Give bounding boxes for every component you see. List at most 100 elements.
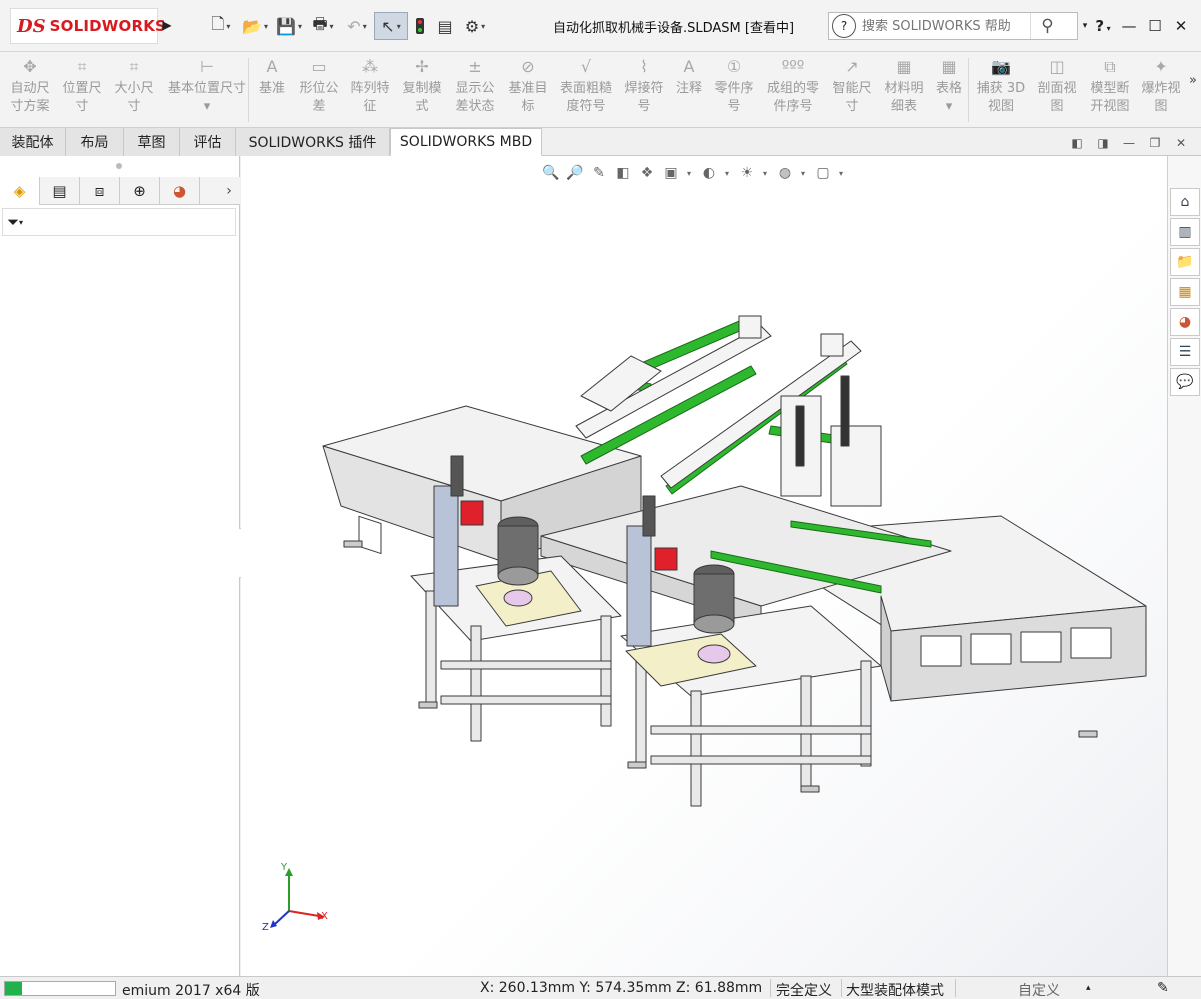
tab-layout[interactable]: 布局 [66, 128, 124, 156]
ribbon-label: 自动尺 [10, 81, 50, 96]
close-button[interactable]: ✕ [1168, 17, 1194, 35]
new-document-button[interactable]: 🗋 ▾ [204, 12, 238, 40]
solidworks-logo[interactable]: DS SOLIDWORKS [10, 8, 166, 44]
rebuild-status-icon[interactable]: ✎ [1157, 980, 1169, 996]
balloon-icon: ① [726, 57, 742, 76]
help-search-input[interactable] [862, 18, 1030, 34]
search-dropdown-icon[interactable]: ▾ [1080, 21, 1090, 31]
undo-icon: ↶ [347, 16, 361, 36]
select-button[interactable]: ↖ ▾ [374, 12, 408, 40]
task-pane-custom-properties-button[interactable]: ☰ [1170, 338, 1200, 366]
home-icon: ⌂ [1180, 194, 1190, 210]
undo-button[interactable]: ↶ ▾ [340, 12, 374, 40]
ribbon-exploded-view-button[interactable]: ✦ 爆炸视图 [1138, 56, 1184, 124]
ribbon-label: 爆炸视 [1141, 81, 1181, 96]
document-window-controls: ◧ ◨ — ❐ ✕ [1064, 134, 1194, 152]
ribbon-label: 基本位置尺寸 [167, 81, 246, 96]
ribbon-location-dimension-button[interactable]: ⌗ 位置尺寸 [58, 56, 106, 124]
window-controls: ▾ ? ▾ — ☐ ✕ [1080, 12, 1194, 40]
ribbon-label: 剖面视 [1037, 81, 1077, 96]
ribbon-pattern-feature-button[interactable]: ⁂ 阵列特征 [346, 56, 394, 124]
help-question-icon[interactable]: ? [832, 14, 856, 38]
ribbon-note-button[interactable]: A 注释 [672, 56, 706, 124]
ribbon-label-line2: 图 [1154, 99, 1168, 114]
ribbon-section-view-button[interactable]: ◫ 剖面视图 [1034, 56, 1080, 124]
open-document-button[interactable]: 📂 ▾ [238, 12, 272, 40]
progress-fill [5, 982, 22, 995]
ribbon-label-line2: 征 [363, 99, 377, 114]
prev-doc-icon[interactable]: ◧ [1064, 136, 1090, 150]
ribbon-datum-target-button[interactable]: ⊘ 基准目标 [504, 56, 552, 124]
ribbon-auto-balloon-button[interactable]: ººº 成组的零 件序号 [762, 56, 824, 124]
ribbon-model-break-view-button[interactable]: ⧉ 模型断 开视图 [1086, 56, 1134, 124]
featuremanager-tab[interactable]: ◈ [0, 177, 40, 205]
ribbon-surface-finish-button[interactable]: √ 表面粗糙 度符号 [556, 56, 616, 124]
exploded-view-icon: ✦ [1154, 57, 1168, 76]
help-menu-button[interactable]: ? ▾ [1090, 17, 1116, 35]
task-pane-file-explorer-button[interactable]: 📁 [1170, 248, 1200, 276]
tab-sketch[interactable]: 草图 [124, 128, 180, 156]
rebuild-button[interactable] [408, 12, 432, 40]
unit-system-dropdown-icon[interactable]: ▴ [1086, 983, 1091, 993]
large-assembly-mode-status: 大型装配体模式 [846, 983, 944, 999]
file-properties-icon: ▤ [437, 16, 453, 36]
doc-minimize-button[interactable]: — [1116, 136, 1142, 150]
view-palette-icon: ▦ [1178, 284, 1192, 300]
task-pane-design-library-button[interactable]: ▥ [1170, 218, 1200, 246]
doc-restore-button[interactable]: ❐ [1142, 136, 1168, 150]
ribbon-tables-button[interactable]: ▦ 表格 ▾ [932, 56, 966, 124]
dimxpertmanager-tab[interactable]: ⊕ [120, 177, 160, 205]
ribbon-capture-3d-view-button[interactable]: 📷 捕获 3D 视图 [974, 56, 1028, 124]
task-pane-view-palette-button[interactable]: ▦ [1170, 278, 1200, 306]
minimize-button[interactable]: — [1116, 17, 1142, 35]
ribbon-label-line2: 开视图 [1090, 99, 1130, 114]
maximize-button[interactable]: ☐ [1142, 17, 1168, 35]
assembly-model[interactable] [241, 156, 1167, 976]
displaymanager-icon: ◕ [172, 182, 187, 200]
ribbon-datum-button[interactable]: A 基准 [254, 56, 290, 124]
ribbon-label-line2: 寸 [127, 99, 141, 114]
ribbon-auto-dimension-scheme-button[interactable]: ✥ 自动尺 寸方案 [6, 56, 54, 124]
configurationmanager-tab[interactable]: ⧈ [80, 177, 120, 205]
search-magnifier-icon[interactable]: ⚲ [1030, 13, 1064, 39]
ribbon-label-line2: 细表 [890, 99, 917, 114]
tab-evaluate[interactable]: 评估 [180, 128, 236, 156]
feature-tree-filter[interactable]: ⏷ ▾ [2, 208, 236, 236]
menu-flyout-arrow[interactable]: ▶ [160, 14, 174, 36]
surface-finish-icon: √ [580, 57, 592, 76]
unit-system-selector[interactable]: 自定义 [1018, 980, 1060, 999]
doc-close-button[interactable]: ✕ [1168, 136, 1194, 150]
manager-tabs-more-icon[interactable]: › [218, 177, 240, 204]
print-button[interactable]: 🖶 ▾ [306, 12, 340, 40]
ribbon-copy-scheme-button[interactable]: ✢ 复制模式 [398, 56, 446, 124]
copy-scheme-icon: ✢ [415, 57, 429, 76]
ribbon-balloon-button[interactable]: ① 零件序号 [710, 56, 758, 124]
propertymanager-tab[interactable]: ▤ [40, 177, 80, 205]
datum-icon: A [266, 57, 278, 76]
ds-logo-mark: DS [17, 15, 46, 37]
ribbon-bill-of-materials-button[interactable]: ▦ 材料明 细表 [880, 56, 928, 124]
tab-assembly[interactable]: 装配体 [0, 128, 66, 156]
task-pane-appearances-button[interactable]: ◕ [1170, 308, 1200, 336]
task-pane-forum-button[interactable]: 💬 [1170, 368, 1200, 396]
ribbon-label-line2: 号 [637, 99, 651, 114]
ribbon-size-dimension-button[interactable]: ⌗ 大小尺寸 [110, 56, 158, 124]
save-button[interactable]: 💾 ▾ [272, 12, 306, 40]
graphics-area[interactable]: 🔍 🔎 ✎ ◧ ❖ ▣ ▾ ◐ ▾ ☀ ▾ ◍ ▾ ▢ ▾ Y X Z [241, 156, 1167, 976]
ribbon-smart-dimension-button[interactable]: ↗ 智能尺寸 [828, 56, 876, 124]
file-properties-button[interactable]: ▤ [432, 12, 458, 40]
panel-grip[interactable] [116, 163, 122, 169]
tab-solidworks-addins[interactable]: SOLIDWORKS 插件 [236, 128, 390, 156]
ribbon-label: 成组的零 [766, 81, 819, 96]
task-pane-home-button[interactable]: ⌂ [1170, 188, 1200, 216]
next-doc-icon[interactable]: ◨ [1090, 136, 1116, 150]
ribbon-weld-symbol-button[interactable]: ⌇ 焊接符号 [620, 56, 668, 124]
displaymanager-tab[interactable]: ◕ [160, 177, 200, 205]
section-view-icon: ◫ [1049, 57, 1065, 76]
options-button[interactable]: ⚙ ▾ [458, 12, 492, 40]
ribbon-label-line2: 寸方案 [10, 99, 50, 114]
ribbon-basic-location-dimension-button[interactable]: ⊢ 基本位置尺寸 ▾ [162, 56, 252, 124]
tab-solidworks-mbd[interactable]: SOLIDWORKS MBD [390, 128, 542, 156]
ribbon-geometric-tolerance-button[interactable]: ▭ 形位公差 [296, 56, 342, 124]
ribbon-show-tolerance-status-button[interactable]: ± 显示公 差状态 [450, 56, 500, 124]
